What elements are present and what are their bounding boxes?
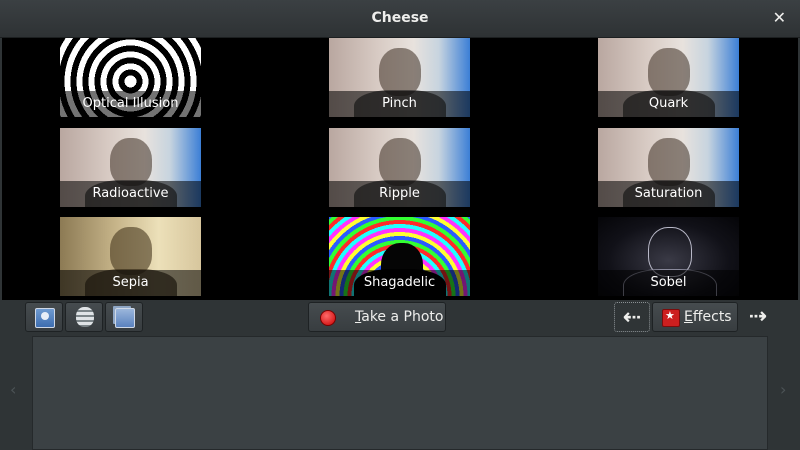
effects-button[interactable]: Effects (652, 302, 738, 332)
effect-label: Optical Illusion (60, 91, 201, 117)
effect-tile-shagadelic[interactable]: Shagadelic (329, 217, 470, 296)
effect-preview-face (648, 48, 690, 96)
effect-label: Radioactive (60, 181, 201, 207)
effect-preview-face (379, 48, 421, 96)
effect-tile-sepia[interactable]: Sepia (60, 217, 201, 296)
title-bar: Cheese ✕ (0, 0, 800, 38)
effect-tile-pinch[interactable]: Pinch (329, 38, 470, 117)
effect-tile-optical-illusion[interactable]: Optical Illusion (60, 38, 201, 117)
burst-mode-button[interactable] (65, 302, 103, 332)
effect-label: Ripple (329, 181, 470, 207)
effects-grid: Optical Illusion Pinch Quark Radioactive… (2, 38, 798, 300)
photo-mode-icon (35, 308, 55, 328)
effects-icon (662, 309, 680, 327)
effect-tile-radioactive[interactable]: Radioactive (60, 128, 201, 207)
effects-mnemonic: E (684, 309, 693, 325)
prev-effects-icon[interactable]: ⇠ (614, 302, 650, 332)
take-photo-button[interactable]: Take a Photo (308, 302, 446, 332)
video-mode-button[interactable] (105, 302, 143, 332)
effect-tile-saturation[interactable]: Saturation (598, 128, 739, 207)
thumbnails-scroll-left-icon[interactable]: ‹ (10, 380, 16, 399)
effect-preview-face (110, 227, 152, 275)
burst-mode-icon (76, 307, 94, 327)
next-effects-icon[interactable]: ⇢ (740, 302, 776, 332)
record-icon (320, 310, 336, 326)
effect-label: Pinch (329, 91, 470, 117)
window-title: Cheese (371, 10, 429, 26)
effect-label: Shagadelic (329, 270, 470, 296)
effect-tile-ripple[interactable]: Ripple (329, 128, 470, 207)
effect-label: Sobel (598, 270, 739, 296)
video-mode-icon (115, 308, 135, 328)
effect-preview-face (379, 138, 421, 186)
thumbnail-bar[interactable] (32, 336, 768, 450)
effects-label: Effects (684, 309, 732, 325)
effect-label: Sepia (60, 270, 201, 296)
effect-tile-sobel[interactable]: Sobel (598, 217, 739, 296)
close-icon[interactable]: ✕ (773, 8, 786, 28)
toolbar: Take a Photo ⇠ Effects ⇢ (0, 300, 800, 336)
effect-tile-quark[interactable]: Quark (598, 38, 739, 117)
take-photo-label-rest: ake a Photo (361, 309, 444, 325)
thumbnails-scroll-right-icon[interactable]: › (780, 380, 786, 399)
effects-label-rest: ffects (692, 309, 732, 325)
effect-label: Quark (598, 91, 739, 117)
effect-preview-face (110, 138, 152, 186)
photo-mode-button[interactable] (25, 302, 63, 332)
effect-label: Saturation (598, 181, 739, 207)
effect-preview-face (648, 138, 690, 186)
take-photo-label: Take a Photo (355, 309, 443, 325)
